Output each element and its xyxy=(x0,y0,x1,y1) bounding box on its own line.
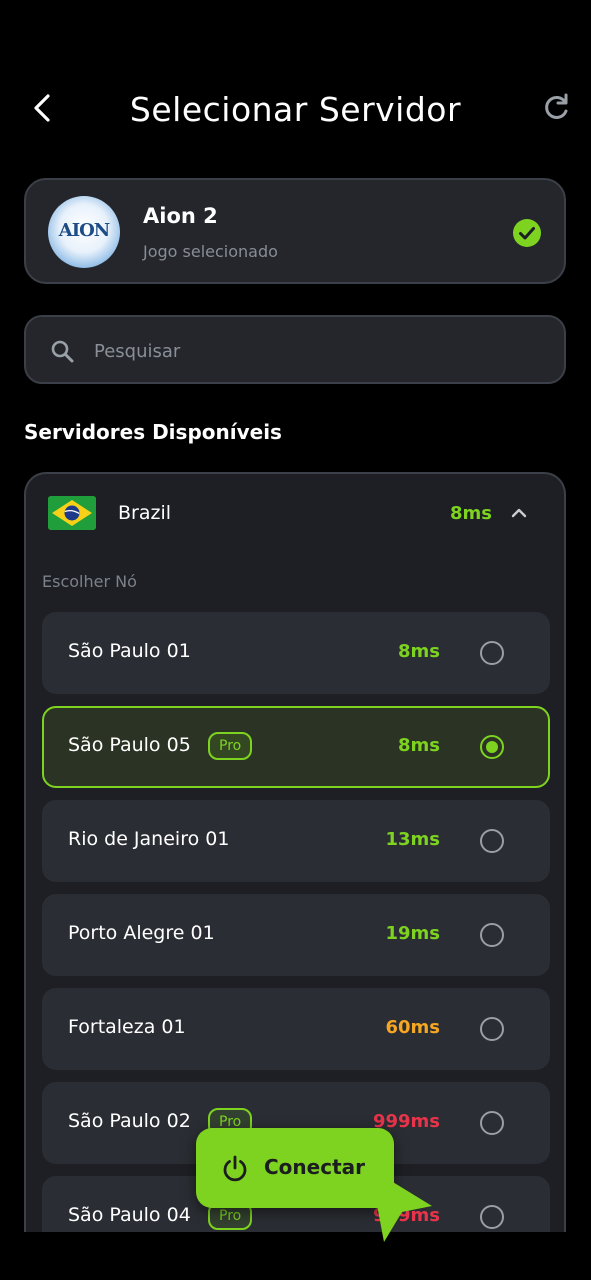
server-node[interactable]: Fortaleza 01 60ms xyxy=(42,988,550,1070)
server-node-name: Fortaleza 01 xyxy=(68,1016,186,1038)
connect-button[interactable]: Conectar xyxy=(196,1128,394,1208)
server-node-name: São Paulo 05 xyxy=(68,734,191,756)
region-ping: 8ms xyxy=(450,503,492,524)
connect-button-label: Conectar xyxy=(264,1155,365,1179)
power-icon xyxy=(223,1155,247,1182)
server-node-radio[interactable] xyxy=(480,735,504,759)
server-node-radio[interactable] xyxy=(480,923,504,947)
page-title: Selecionar Servidor xyxy=(129,90,462,129)
server-node-ping: 8ms xyxy=(398,641,440,662)
server-node[interactable]: São Paulo 05 Pro 8ms xyxy=(42,706,550,788)
server-node-radio[interactable] xyxy=(480,829,504,853)
server-node-name: São Paulo 01 xyxy=(68,640,191,662)
server-node-ping: 8ms xyxy=(398,735,440,756)
server-node-name: Porto Alegre 01 xyxy=(68,922,215,944)
game-name: Aion 2 xyxy=(143,204,218,228)
server-node-radio[interactable] xyxy=(480,1017,504,1041)
bottom-bar xyxy=(0,1232,591,1280)
region-name: Brazil xyxy=(118,502,172,524)
server-node-radio[interactable] xyxy=(480,641,504,665)
server-node-ping: 13ms xyxy=(385,829,440,850)
search-icon xyxy=(51,340,74,363)
section-title: Servidores Disponíveis xyxy=(24,420,282,444)
server-node-radio[interactable] xyxy=(480,1111,504,1135)
server-node[interactable]: Rio de Janeiro 01 13ms xyxy=(42,800,550,882)
pointer-cursor-icon xyxy=(370,1168,432,1242)
server-node[interactable]: São Paulo 01 8ms xyxy=(42,612,550,694)
search-input[interactable] xyxy=(92,335,536,367)
choose-node-label: Escolher Nó xyxy=(42,572,137,591)
server-node-ping: 60ms xyxy=(385,1017,440,1038)
selected-game-card[interactable]: AION Aion 2 Jogo selecionado xyxy=(24,178,566,284)
game-logo: AION xyxy=(48,196,120,268)
check-circle-icon xyxy=(513,219,541,247)
server-node-name: São Paulo 04 xyxy=(68,1204,191,1226)
server-node-name: São Paulo 02 xyxy=(68,1110,191,1132)
refresh-button[interactable] xyxy=(538,90,574,126)
server-node[interactable]: Porto Alegre 01 19ms xyxy=(42,894,550,976)
server-node-ping: 19ms xyxy=(385,923,440,944)
game-logo-text: AION xyxy=(58,220,111,241)
chevron-up-icon[interactable] xyxy=(508,502,530,524)
game-subtitle: Jogo selecionado xyxy=(143,242,278,261)
search-bar[interactable] xyxy=(24,315,566,384)
server-node-radio[interactable] xyxy=(480,1205,504,1229)
pro-badge: Pro xyxy=(208,732,253,760)
brazil-flag-icon xyxy=(48,496,96,530)
refresh-icon xyxy=(545,93,568,119)
server-node-name: Rio de Janeiro 01 xyxy=(68,828,230,850)
